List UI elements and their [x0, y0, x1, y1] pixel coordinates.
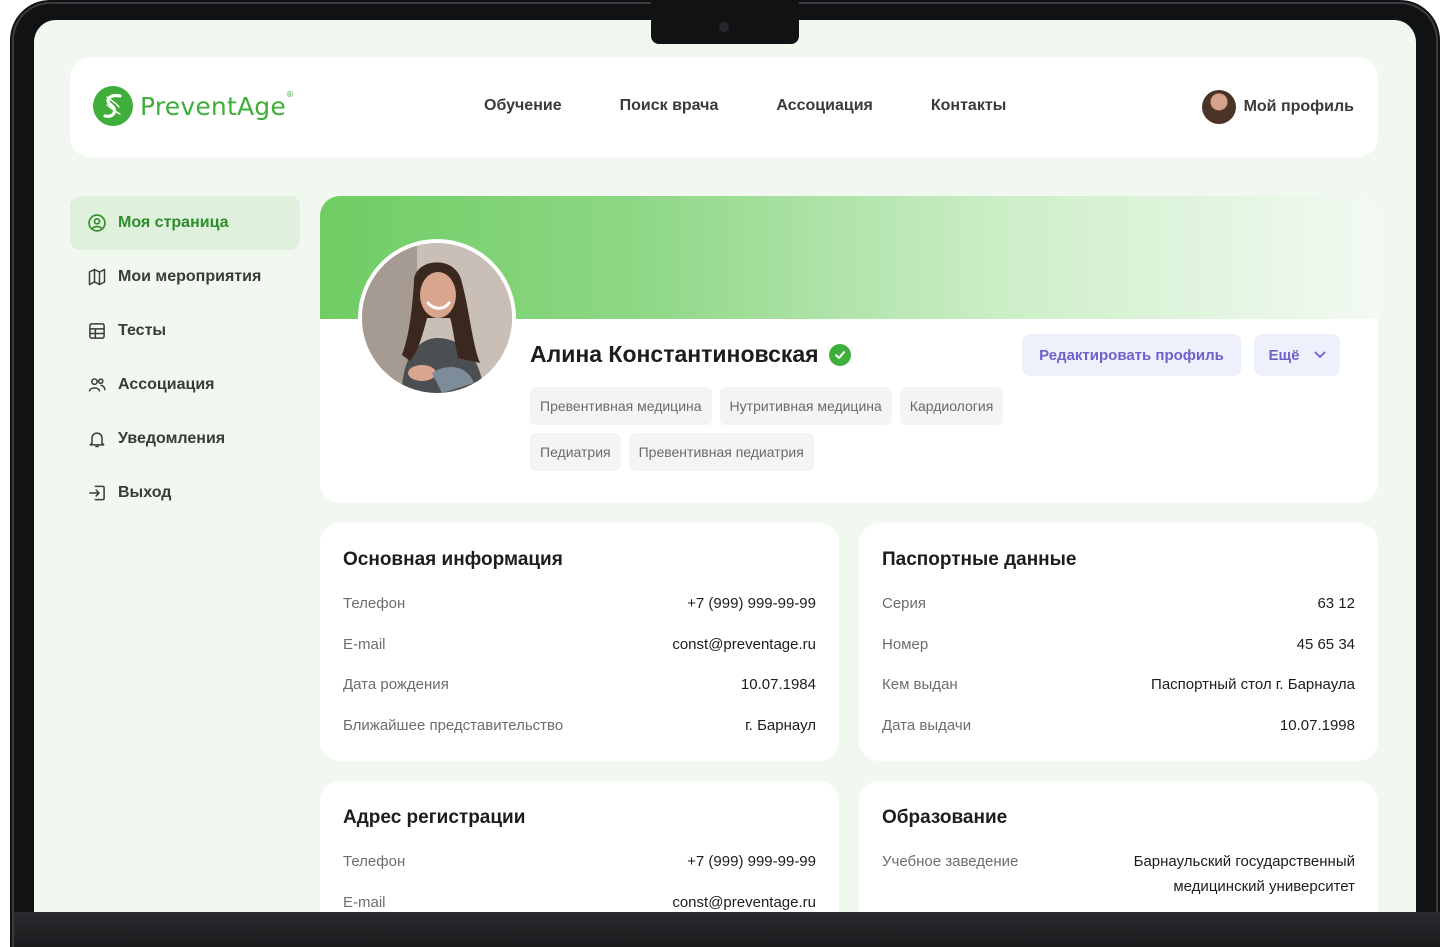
- nav-item-association[interactable]: Ассоциация: [776, 97, 873, 115]
- info-row: Учебное заведение Барнаульский государств…: [882, 853, 1355, 895]
- card-title: Паспортные данные: [882, 549, 1077, 570]
- specialty-tag: Кардиология: [899, 387, 1004, 425]
- info-label: Серия: [882, 595, 927, 612]
- info-row: Номер 45 65 34: [882, 636, 1355, 677]
- top-header: PreventAge® Обучение Поиск врача Ассоциа…: [70, 57, 1378, 157]
- sidebar-item-notifications[interactable]: Уведомления: [70, 412, 300, 466]
- info-value: +7 (999) 999-99-99: [687, 853, 816, 870]
- passport-card: Паспортные данные Серия 63 12 Номер 45 65 …: [859, 523, 1378, 761]
- table-icon: [86, 320, 108, 342]
- education-card: Образование Учебное заведение Барнаульски…: [859, 781, 1378, 912]
- specialty-tag: Превентивная педиатрия: [628, 433, 814, 471]
- address-card: Адрес регистрации Телефон +7 (999) 999-99…: [320, 781, 839, 912]
- info-label: Телефон: [343, 595, 406, 612]
- info-row: Дата выдачи 10.07.1998: [882, 717, 1355, 758]
- bell-icon: [86, 428, 108, 450]
- card-title: Основная информация: [343, 549, 563, 570]
- info-label: Дата рождения: [343, 676, 449, 693]
- info-row: Серия 63 12: [882, 595, 1355, 636]
- logo-mark-icon: [93, 86, 133, 126]
- info-label: Телефон: [343, 853, 406, 870]
- logo[interactable]: PreventAge®: [92, 85, 294, 127]
- info-rows: Телефон +7 (999) 999-99-99 E-mail const@pr…: [343, 595, 816, 757]
- sidebar-item-label: Мои мероприятия: [118, 268, 262, 285]
- sidebar-item-label: Выход: [118, 484, 172, 501]
- sidebar-item-label: Ассоциация: [118, 376, 215, 393]
- my-profile-label: Мой профиль: [1243, 98, 1354, 115]
- sidebar-item-label: Уведомления: [118, 430, 226, 447]
- info-value: 63 12: [1317, 595, 1355, 612]
- logo-text: PreventAge®: [140, 89, 295, 121]
- info-value: const@preventage.ru: [672, 893, 816, 911]
- info-row: Телефон +7 (999) 999-99-99: [343, 853, 816, 894]
- info-label: E-mail: [343, 635, 386, 653]
- chevron-down-icon: [1314, 351, 1325, 358]
- more-button-label: Ещё: [1268, 346, 1300, 364]
- sidebar: Моя страница Мои мероприятия Тесты Ассоц…: [70, 196, 300, 520]
- sidebar-item-logout[interactable]: Выход: [70, 466, 300, 520]
- info-row: Ближайшее представительство г. Барнаул: [343, 717, 816, 758]
- profile-avatar: [358, 239, 516, 397]
- profile-name-text: Алина Константиновская: [530, 341, 819, 367]
- specialty-tag: Педиатрия: [530, 433, 621, 471]
- info-label: Номер: [882, 635, 929, 653]
- more-button[interactable]: Ещё: [1254, 334, 1340, 376]
- sidebar-item-association[interactable]: Ассоциация: [70, 358, 300, 412]
- info-value: +7 (999) 999-99-99: [687, 595, 816, 612]
- sidebar-item-tests[interactable]: Тесты: [70, 304, 300, 358]
- info-rows: Телефон +7 (999) 999-99-99 E-mail const@pr…: [343, 853, 816, 912]
- nav-item-education[interactable]: Обучение: [484, 97, 562, 115]
- info-label: Дата выдачи: [882, 716, 972, 734]
- info-row: Телефон +7 (999) 999-99-99: [343, 595, 816, 636]
- info-label: Учебное заведение: [882, 853, 1019, 870]
- info-value: 45 65 34: [1296, 635, 1355, 653]
- sidebar-item-my-page[interactable]: Моя страница: [70, 196, 300, 250]
- specialty-tags: Превентивная медицина Нутритивная медици…: [530, 387, 1050, 471]
- sidebar-item-my-events[interactable]: Мои мероприятия: [70, 250, 300, 304]
- nav-item-find-doctor[interactable]: Поиск врача: [620, 97, 719, 115]
- map-icon: [86, 266, 108, 288]
- info-rows: Серия 63 12 Номер 45 65 34 Кем выдан Паспор…: [882, 595, 1355, 757]
- avatar: [1201, 90, 1236, 124]
- info-rows: Учебное заведение Барнаульский государств…: [882, 853, 1355, 895]
- card-title: Образование: [882, 807, 1008, 828]
- info-label: Ближайшее представительство: [343, 716, 564, 734]
- info-value: const@preventage.ru: [672, 635, 816, 653]
- info-value: г. Барнаул: [745, 716, 816, 734]
- users-icon: [86, 374, 108, 396]
- nav-item-contacts[interactable]: Контакты: [931, 97, 1006, 115]
- verified-check-icon: [828, 343, 851, 366]
- basic-info-card: Основная информация Телефон +7 (999) 999-…: [320, 523, 839, 761]
- camera-icon: [719, 22, 729, 32]
- main-nav: Обучение Поиск врача Ассоциация Контакты: [484, 97, 1006, 115]
- user-circle-icon: [86, 212, 108, 234]
- info-row: Кем выдан Паспортный стол г. Барнаула: [882, 676, 1355, 717]
- info-row: Дата рождения 10.07.1984: [343, 676, 816, 717]
- profile-card: Алина Константиновская Редактировать про…: [320, 196, 1378, 503]
- my-profile-link[interactable]: Мой профиль: [1201, 90, 1354, 124]
- info-value: 10.07.1998: [1279, 716, 1355, 734]
- specialty-tag: Превентивная медицина: [530, 387, 712, 425]
- info-value: Барнаульский государственный медицинский…: [1133, 853, 1355, 895]
- card-title: Адрес регистрации: [343, 807, 526, 828]
- specialty-tag: Нутритивная медицина: [719, 387, 892, 425]
- sidebar-item-label: Тесты: [118, 322, 167, 339]
- edit-profile-button[interactable]: Редактировать профиль: [1022, 334, 1241, 376]
- screen: PreventAge® Обучение Поиск врача Ассоциа…: [34, 20, 1416, 912]
- info-row: E-mail const@preventage.ru: [343, 636, 816, 677]
- laptop-base: [14, 912, 1440, 947]
- logout-icon: [86, 482, 108, 504]
- info-value: Паспортный стол г. Барнаула: [1151, 676, 1355, 693]
- info-value: 10.07.1984: [740, 676, 816, 693]
- profile-photo-icon: [362, 243, 512, 393]
- sidebar-item-label: Моя страница: [118, 214, 229, 231]
- profile-name: Алина Константиновская: [530, 341, 851, 368]
- info-label: Кем выдан: [882, 676, 958, 693]
- info-row: E-mail const@preventage.ru: [343, 894, 816, 913]
- info-label: E-mail: [343, 893, 386, 911]
